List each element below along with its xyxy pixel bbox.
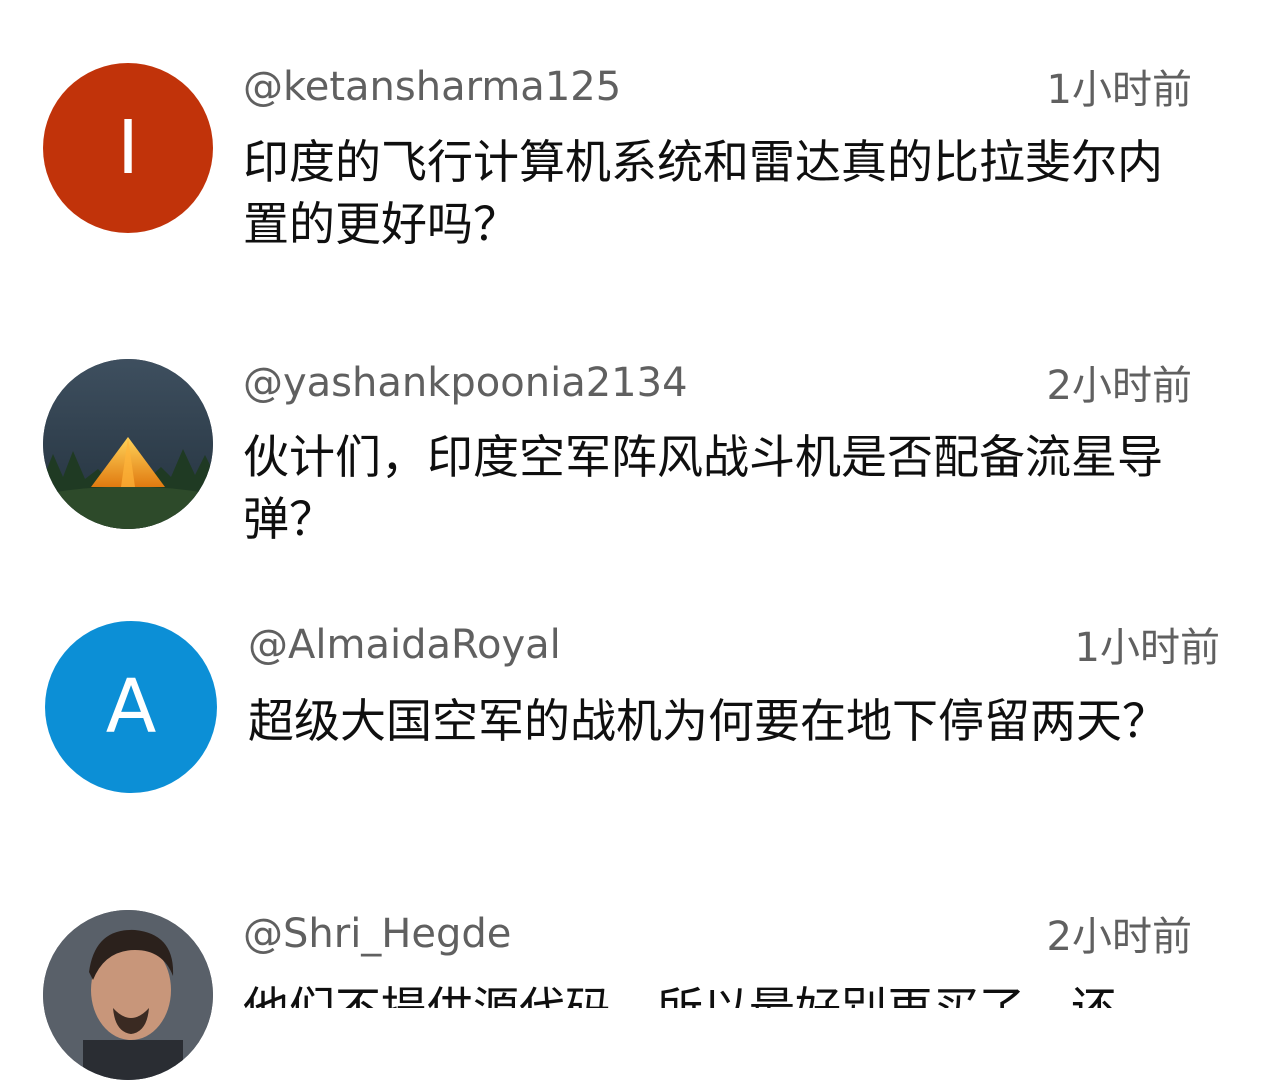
comment-username[interactable]: @yashankpoonia2134 — [243, 359, 688, 407]
avatar-letter: A — [105, 664, 157, 750]
comment-text: 印度的飞行计算机系统和雷达真的比拉斐尔内置的更好吗？ — [243, 135, 1163, 251]
comment-timestamp: 1小时前 — [1046, 67, 1192, 113]
comment-username[interactable]: @AlmaidaRoyal — [248, 621, 561, 669]
comment-text: 超级大国空军的战机为何要在地下停留两天？ — [248, 694, 1168, 748]
avatar[interactable] — [43, 910, 213, 1080]
avatar-letter: I — [117, 105, 139, 191]
avatar[interactable]: I — [43, 63, 213, 233]
comment-text: 伙计们，印度空军阵风战斗机是否配备流星导弹？ — [243, 430, 1163, 546]
comment-username[interactable]: @Shri_Hegde — [243, 910, 511, 958]
comment-timestamp: 1小时前 — [1074, 625, 1220, 671]
comment-timestamp: 2小时前 — [1046, 363, 1192, 409]
comment-timestamp: 2小时前 — [1046, 914, 1192, 960]
avatar[interactable]: A — [45, 621, 217, 793]
comment-text: 他们不提供源代码，所以最好别再买了。还 — [243, 978, 1193, 1008]
tent-at-night-icon — [43, 359, 213, 529]
comment-username[interactable]: @ketansharma125 — [243, 63, 621, 111]
avatar[interactable] — [43, 359, 213, 529]
man-portrait-icon — [43, 910, 213, 1080]
